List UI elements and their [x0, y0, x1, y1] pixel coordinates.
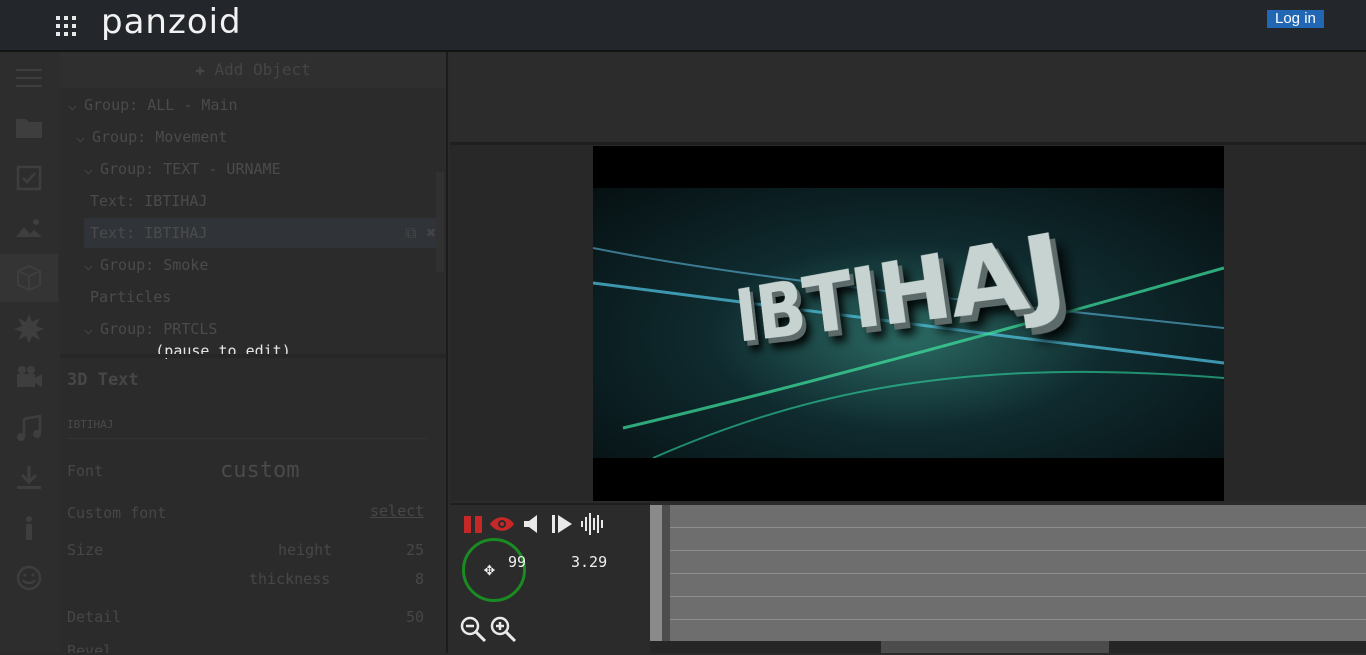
- step-forward-icon[interactable]: [550, 513, 574, 539]
- checkbox-icon[interactable]: [0, 154, 58, 202]
- timeline-scrollbar-thumb[interactable]: [881, 641, 1109, 653]
- info-icon[interactable]: [0, 504, 58, 552]
- timeline-tracks[interactable]: [650, 505, 1366, 641]
- thickness-value[interactable]: 8: [390, 570, 424, 588]
- timeline-scrollbar[interactable]: [650, 641, 1366, 653]
- thickness-label: thickness: [249, 570, 331, 588]
- size-label: Size: [67, 541, 104, 559]
- volume-icon[interactable]: [522, 513, 544, 539]
- track-separator: [670, 619, 1366, 620]
- bevel-label: Bevel: [67, 642, 113, 653]
- text-input[interactable]: IBTIHAJ: [67, 412, 427, 439]
- burst-icon[interactable]: [0, 304, 58, 352]
- add-object-button[interactable]: ✚ Add Object: [60, 52, 446, 88]
- track-separator: [670, 573, 1366, 574]
- chevron-down-icon[interactable]: ⌵: [84, 250, 100, 280]
- login-button[interactable]: Log in: [1267, 10, 1324, 28]
- chevron-down-icon[interactable]: ⌵: [76, 122, 92, 152]
- detail-value[interactable]: 50: [390, 608, 424, 626]
- top-bar: panzoid Log in: [0, 0, 1366, 52]
- object-3d-icon[interactable]: [0, 254, 58, 302]
- zoom-in-icon[interactable]: [489, 615, 517, 647]
- object-tree: ⌵ Group: ALL - Main ⌵ Group: Movement ⌵ Gro…: [60, 90, 446, 350]
- folder-icon[interactable]: [0, 104, 58, 152]
- tree-row-group-smoke[interactable]: ⌵ Group: Smoke: [84, 250, 208, 280]
- tool-rail: [0, 52, 60, 653]
- pause-icon[interactable]: [462, 513, 484, 539]
- tree-row-group-all-main[interactable]: ⌵ Group: ALL - Main: [68, 90, 238, 120]
- chevron-down-icon[interactable]: ⌵: [84, 314, 100, 344]
- font-label: Font: [67, 462, 104, 480]
- tree-scrollbar[interactable]: [436, 172, 444, 272]
- tree-row-group-prtcls[interactable]: ⌵ Group: PRTCLS: [84, 314, 217, 344]
- track-divider: [662, 505, 670, 641]
- chevron-down-icon[interactable]: ⌵: [68, 90, 84, 120]
- custom-font-label: Custom font: [67, 504, 167, 522]
- track-separator: [670, 550, 1366, 551]
- object-panel: ✚ Add Object ⌵ Group: ALL - Main ⌵ Group: …: [60, 52, 448, 653]
- image-icon[interactable]: [0, 204, 58, 252]
- smiley-icon[interactable]: [0, 554, 58, 602]
- tree-row-group-text-urname[interactable]: ⌵ Group: TEXT - URNAME: [84, 154, 281, 184]
- track-separator: [670, 596, 1366, 597]
- tree-row-group-movement[interactable]: ⌵ Group: Movement: [76, 122, 227, 152]
- detail-label: Detail: [67, 608, 122, 626]
- waveform-icon[interactable]: [580, 513, 606, 539]
- chevron-down-icon[interactable]: ⌵: [84, 154, 100, 184]
- font-select[interactable]: custom: [220, 458, 299, 483]
- download-icon[interactable]: [0, 454, 58, 502]
- track-separator: [670, 527, 1366, 528]
- custom-font-select-link[interactable]: select: [370, 502, 424, 520]
- timeline-controls: ✥ 99 3.29: [450, 503, 650, 655]
- properties-title: 3D Text: [67, 370, 139, 390]
- move-icon[interactable]: ✥: [484, 561, 495, 579]
- music-icon[interactable]: [0, 404, 58, 452]
- site-logo[interactable]: panzoid: [101, 2, 242, 42]
- scene-render: IBTIHAJ: [593, 188, 1224, 458]
- preview-canvas[interactable]: IBTIHAJ: [593, 146, 1224, 501]
- time-value: 3.29: [571, 553, 608, 571]
- height-value[interactable]: 25: [390, 541, 424, 559]
- camera-icon[interactable]: [0, 354, 58, 402]
- frame-value: 99: [508, 553, 527, 571]
- properties-panel: 3D Text IBTIHAJ Font custom Custom font …: [60, 358, 446, 653]
- tree-row-text-ibtihaj[interactable]: Text: IBTIHAJ: [90, 186, 207, 216]
- preview-toolbar-area: [450, 52, 1366, 145]
- tree-row-particles[interactable]: Particles: [90, 282, 171, 312]
- track-handle[interactable]: [650, 505, 662, 641]
- height-label: height: [278, 541, 333, 559]
- eye-icon[interactable]: [489, 513, 515, 539]
- menu-icon[interactable]: [0, 54, 58, 102]
- close-icon[interactable]: ✖: [426, 223, 436, 242]
- copy-icon[interactable]: ⧉: [405, 223, 416, 242]
- tree-row-text-ibtihaj-selected[interactable]: Text: IBTIHAJ ⧉ ✖: [84, 218, 440, 248]
- apps-grid-icon[interactable]: [56, 16, 76, 36]
- zoom-out-icon[interactable]: [459, 615, 487, 647]
